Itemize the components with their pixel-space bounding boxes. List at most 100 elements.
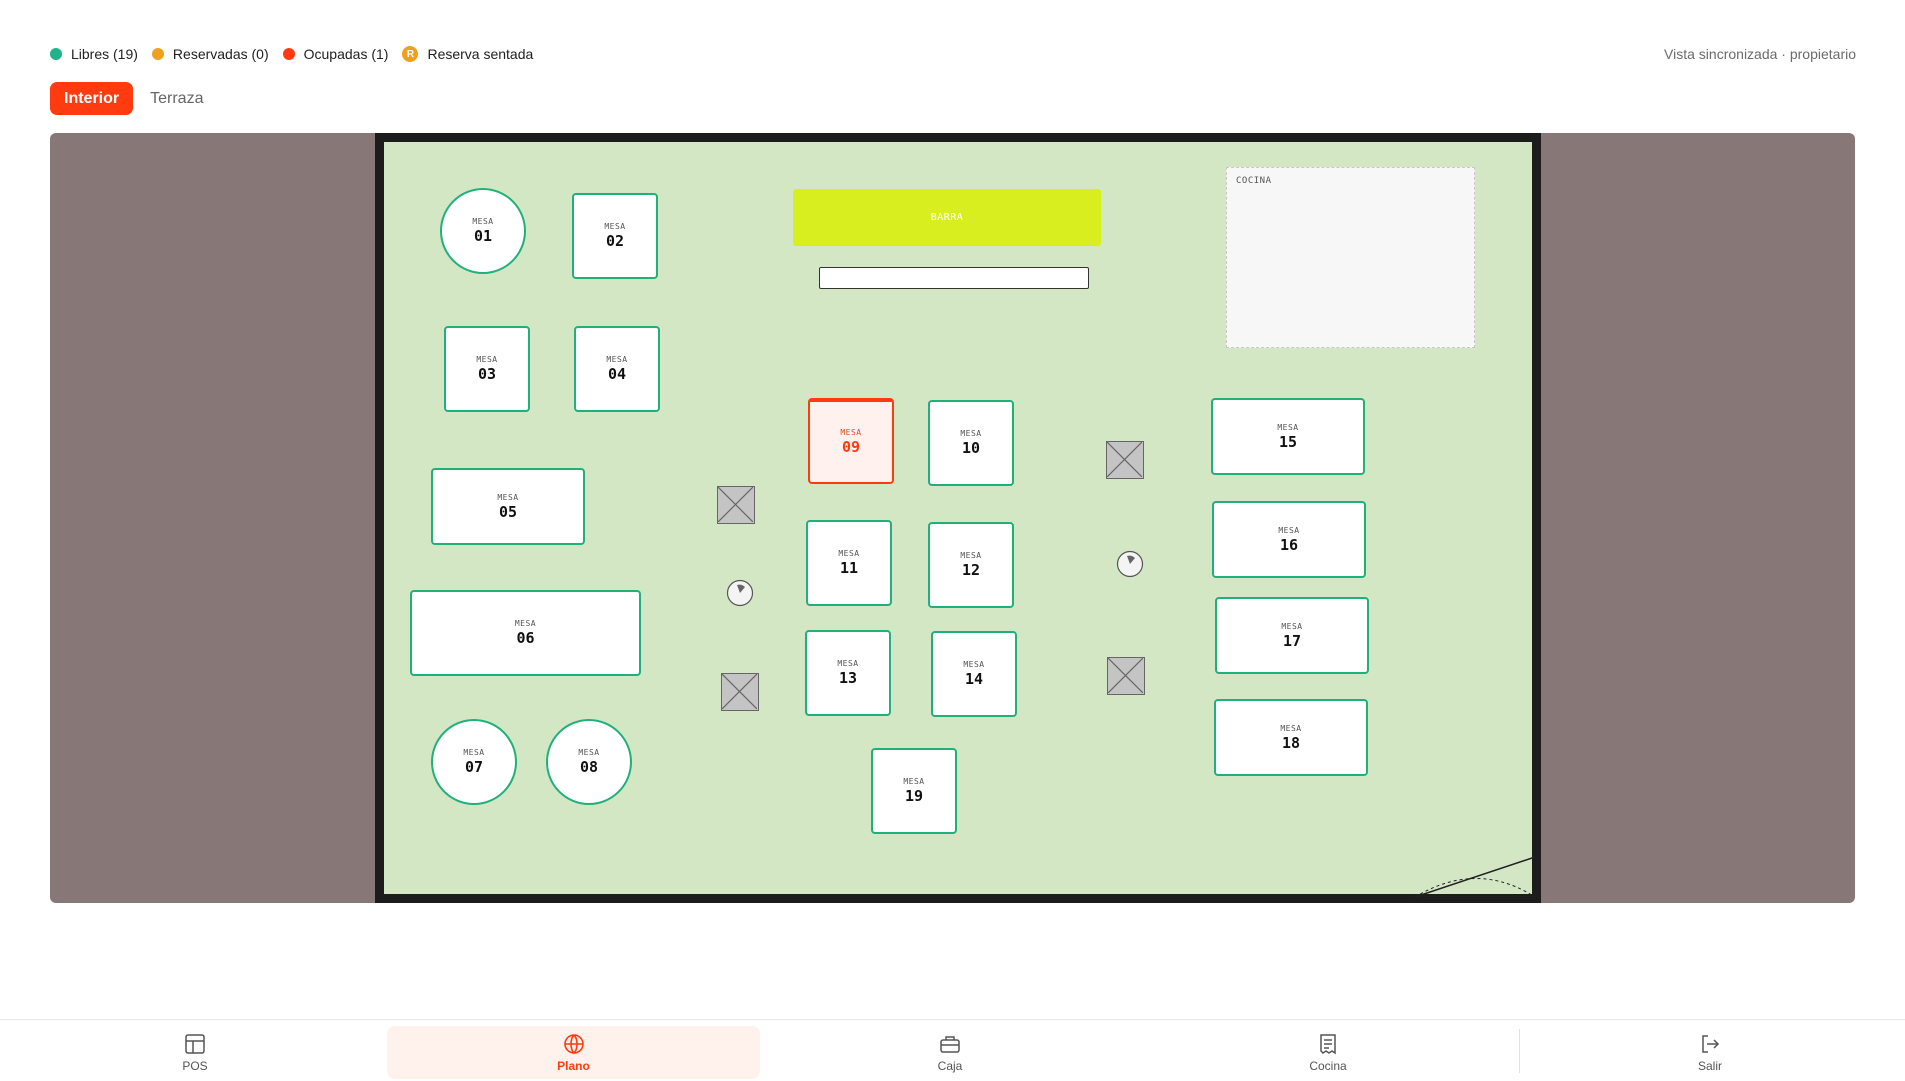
table-number: 06 — [516, 629, 535, 647]
table-number: 18 — [1281, 733, 1301, 752]
table-label: MESA — [514, 619, 537, 628]
table-number: 05 — [498, 502, 518, 521]
kitchen-label: COCINA — [1236, 176, 1272, 186]
register-icon — [940, 1035, 960, 1053]
table-label: MESA — [476, 355, 498, 364]
plant-icon — [726, 579, 754, 607]
table-number: 07 — [464, 758, 484, 776]
legend-seated-label: Reserva sentada — [427, 46, 534, 62]
table-number: 11 — [839, 559, 859, 577]
seated-reservation-badge: R — [402, 46, 419, 62]
layout-icon — [185, 1033, 205, 1054]
table-mesa-02[interactable]: MESA 02 — [572, 193, 658, 279]
legend-occupied: Ocupadas (1) — [282, 46, 389, 62]
table-mesa-19[interactable]: MESA 19 — [871, 748, 957, 834]
table-number: 16 — [1279, 535, 1299, 554]
table-number: 10 — [961, 439, 981, 457]
bottom-nav: POS Plano Caja Cocina Salir — [0, 1019, 1905, 1081]
tab-terraza[interactable]: Terraza — [136, 82, 217, 115]
table-mesa-05[interactable]: MESA 05 — [431, 468, 585, 545]
plant-icon — [1116, 550, 1144, 578]
table-mesa-14[interactable]: MESA 14 — [931, 631, 1017, 717]
table-mesa-01[interactable]: MESA 01 — [440, 188, 526, 274]
table-number: 03 — [477, 365, 497, 383]
zone-tabs: Interior Terraza — [50, 82, 217, 115]
table-number: 17 — [1282, 631, 1302, 650]
table-mesa-08[interactable]: MESA 08 — [546, 719, 632, 805]
tab-interior[interactable]: Interior — [50, 82, 134, 115]
kitchen-area: COCINA — [1226, 167, 1475, 348]
table-label: MESA — [606, 355, 628, 364]
globe-icon — [563, 1033, 584, 1054]
table-label: MESA — [903, 777, 925, 786]
receipt-icon — [1320, 1033, 1336, 1054]
pillar-icon — [721, 673, 759, 711]
table-label: MESA — [960, 429, 982, 438]
table-label: MESA — [472, 217, 494, 226]
table-label: MESA — [1278, 525, 1300, 535]
table-label: MESA — [1280, 723, 1302, 733]
table-mesa-10[interactable]: MESA 10 — [928, 400, 1014, 486]
table-label: MESA — [578, 748, 600, 757]
legend-reserved: Reservadas (0) — [151, 46, 269, 62]
pillar-icon — [1106, 441, 1144, 479]
legend-free-label: Libres (19) — [71, 46, 138, 62]
table-number: 01 — [473, 227, 493, 245]
nav-salir[interactable]: Salir — [1530, 1026, 1890, 1079]
legend-reserved-label: Reservadas (0) — [172, 46, 269, 62]
table-label: MESA — [838, 549, 860, 558]
floor-plan: BARRA COCINA MESA 01 MESA 02 MESA 03 MESA 04… — [50, 133, 1855, 903]
table-label: MESA — [604, 222, 626, 231]
table-mesa-04[interactable]: MESA 04 — [574, 326, 660, 412]
interior-room: BARRA COCINA MESA 01 MESA 02 MESA 03 MESA 04… — [375, 133, 1541, 903]
table-mesa-16[interactable]: MESA 16 — [1212, 501, 1366, 578]
table-number: 08 — [579, 758, 599, 776]
sync-status: Vista sincronizada · propietario — [1664, 46, 1856, 62]
table-mesa-06[interactable]: MESA 06 — [410, 590, 641, 676]
nav-cocina-label: Cocina — [1309, 1058, 1347, 1073]
pillar-icon — [1107, 657, 1145, 695]
nav-plano-label: Plano — [557, 1058, 590, 1073]
table-label: MESA — [1281, 621, 1303, 631]
table-mesa-12[interactable]: MESA 12 — [928, 522, 1014, 608]
nav-caja-label: Caja — [937, 1058, 963, 1073]
reserved-dot-icon — [151, 48, 164, 60]
nav-pos-label: POS — [182, 1058, 208, 1073]
occupied-dot-icon — [282, 48, 295, 60]
table-label: MESA — [840, 428, 862, 437]
table-number: 19 — [904, 787, 924, 805]
table-number: 15 — [1278, 432, 1298, 451]
status-legend: Libres (19) Reservadas (0) Ocupadas (1) … — [50, 44, 547, 64]
table-label: MESA — [463, 748, 485, 757]
nav-divider — [1519, 1029, 1520, 1073]
bar-label: BARRA — [930, 212, 964, 223]
table-number: 04 — [607, 365, 627, 383]
legend-occupied-label: Ocupadas (1) — [303, 46, 389, 62]
table-number: 13 — [838, 669, 858, 687]
table-label: MESA — [963, 660, 985, 669]
logout-icon — [1702, 1034, 1720, 1053]
legend-seated: R Reserva sentada — [402, 46, 533, 62]
table-label: MESA — [960, 551, 982, 560]
table-mesa-15[interactable]: MESA 15 — [1211, 398, 1365, 475]
nav-pos[interactable]: POS — [15, 1026, 375, 1079]
table-mesa-18[interactable]: MESA 18 — [1214, 699, 1368, 776]
nav-salir-label: Salir — [1697, 1058, 1722, 1073]
table-label: MESA — [497, 492, 519, 502]
bar-counter: BARRA — [793, 189, 1101, 246]
table-mesa-13[interactable]: MESA 13 — [805, 630, 891, 716]
table-mesa-17[interactable]: MESA 17 — [1215, 597, 1369, 674]
door-icon — [1414, 856, 1536, 898]
bar-shelf — [819, 267, 1089, 289]
nav-caja[interactable]: Caja — [770, 1026, 1130, 1079]
table-mesa-11[interactable]: MESA 11 — [806, 520, 892, 606]
nav-plano[interactable]: Plano — [387, 1026, 760, 1079]
table-number: 02 — [605, 232, 625, 250]
table-mesa-03[interactable]: MESA 03 — [444, 326, 530, 412]
table-mesa-09[interactable]: MESA 09 — [808, 398, 894, 484]
nav-cocina[interactable]: Cocina — [1148, 1026, 1508, 1079]
table-mesa-07[interactable]: MESA 07 — [431, 719, 517, 805]
pillar-icon — [717, 486, 755, 524]
legend-free: Libres (19) — [50, 46, 138, 62]
table-label: MESA — [1277, 422, 1299, 432]
